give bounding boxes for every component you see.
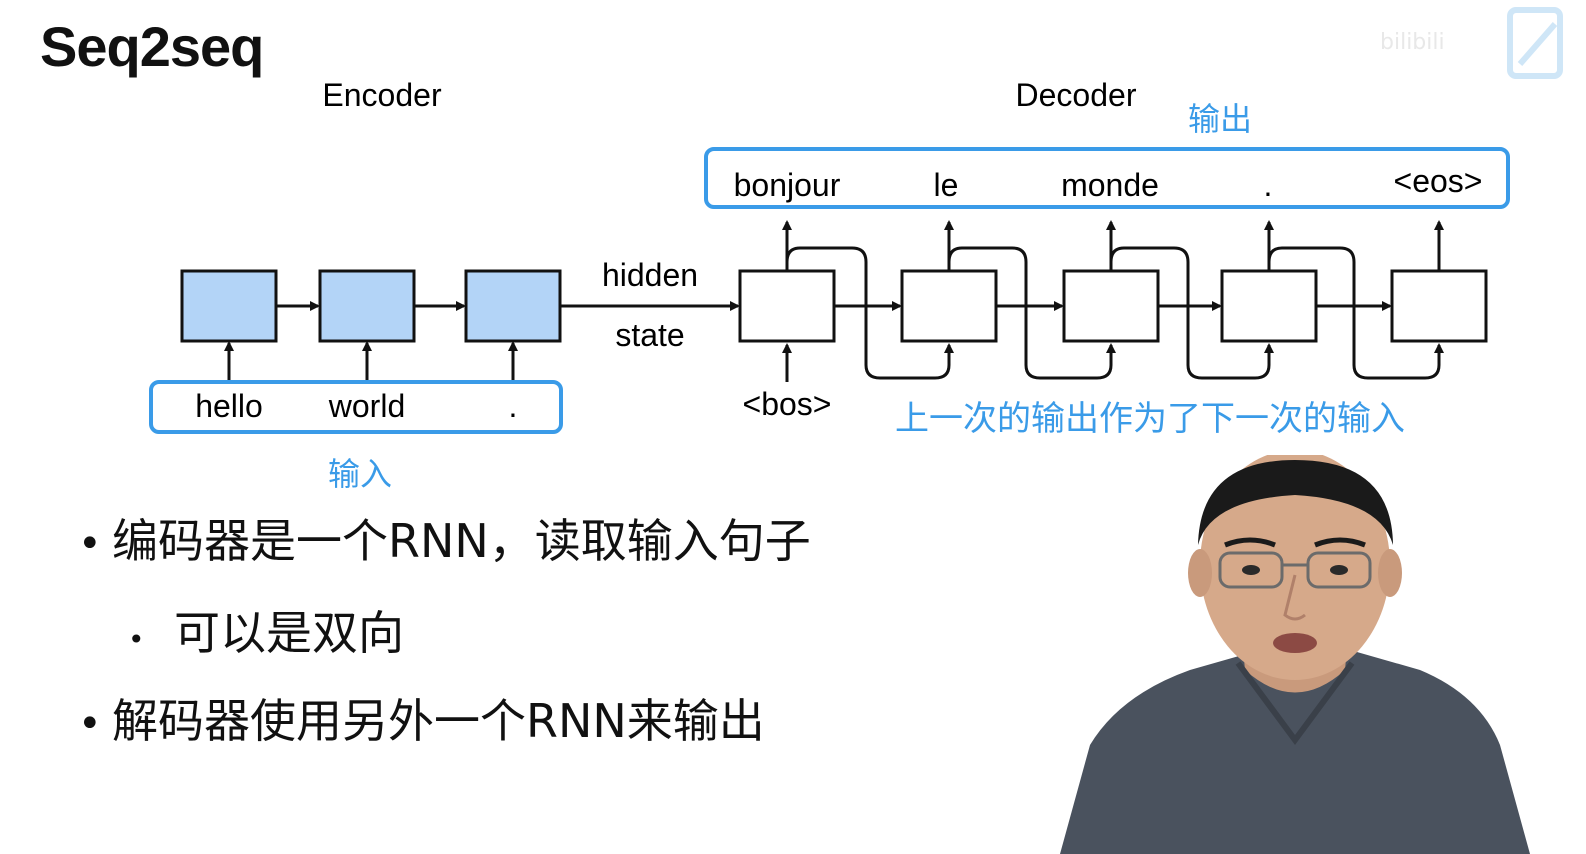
decoder-cell-1 xyxy=(738,269,836,343)
decoder-label: Decoder xyxy=(1016,77,1137,113)
encoder-cell-1 xyxy=(180,269,278,343)
output-token-bonjour: bonjour xyxy=(734,167,841,203)
bullet-decoder-text: 解码器使用另外一个RNN来输出 xyxy=(112,694,765,748)
hidden-label: hidden xyxy=(602,257,698,293)
presenter-video xyxy=(1060,455,1530,854)
encoder-cell-2 xyxy=(318,269,416,343)
state-label: state xyxy=(615,317,684,353)
input-token-hello: hello xyxy=(195,388,263,424)
output-token-eos: <eos> xyxy=(1394,163,1483,199)
output-token-monde: monde xyxy=(1061,167,1159,203)
encoder-label: Encoder xyxy=(322,77,442,113)
bullet-bidirectional: • 可以是双向 xyxy=(128,597,404,663)
decoder-start-token: <bos> xyxy=(743,386,832,422)
input-token-period: . xyxy=(509,388,518,424)
bullet-encoder-text: 编码器是一个RNN，读取输入句子 xyxy=(112,514,811,568)
bullet-encoder: • 编码器是一个RNN，读取输入句子 xyxy=(78,505,811,571)
bullet-dot: • xyxy=(78,521,102,567)
input-annotation: 输入 xyxy=(328,455,392,493)
decoder-cell-5 xyxy=(1390,269,1488,343)
output-token-le: le xyxy=(934,167,959,203)
decoder-cell-4 xyxy=(1220,269,1318,343)
bullet-bidirectional-text: 可以是双向 xyxy=(174,606,404,660)
bullet-dot: • xyxy=(128,623,145,656)
decoder-cell-2 xyxy=(900,269,998,343)
output-token-period: . xyxy=(1264,167,1273,203)
bullet-decoder: • 解码器使用另外一个RNN来输出 xyxy=(78,685,765,751)
decoder-cell-3 xyxy=(1062,269,1160,343)
output-annotation: 输出 xyxy=(1188,100,1252,138)
input-token-world: world xyxy=(328,388,405,424)
seq2seq-diagram: Encoder Decoder 输出 bonjour le monde . <e… xyxy=(149,77,1510,493)
feedback-annotation: 上一次的输出作为了下一次的输入 xyxy=(895,399,1405,439)
bullet-dot: • xyxy=(78,701,102,747)
encoder-cell-3 xyxy=(464,269,562,343)
